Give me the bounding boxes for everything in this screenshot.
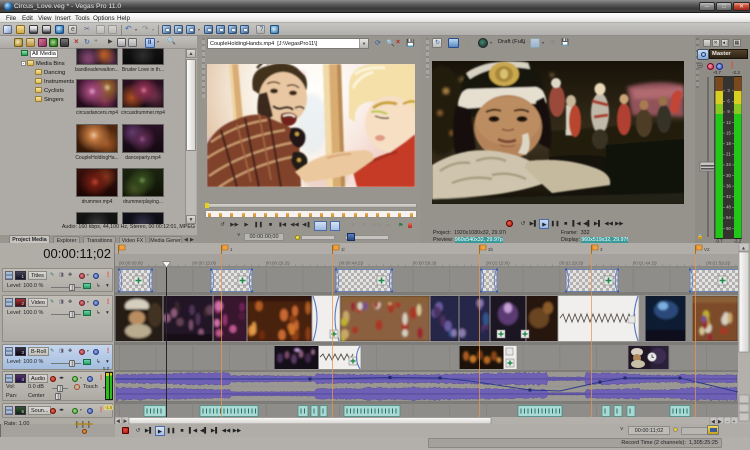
svg-text:18: 18 bbox=[726, 141, 731, 146]
svg-text:V2: V2 bbox=[704, 247, 710, 252]
svg-text:00:01:59;28: 00:01:59;28 bbox=[706, 261, 730, 266]
svg-text:54: 54 bbox=[726, 215, 731, 220]
svg-text:48: 48 bbox=[726, 205, 731, 210]
svg-text:1l: 1l bbox=[341, 247, 345, 252]
svg-text:00:01:15;00: 00:01:15;00 bbox=[486, 261, 510, 266]
svg-text:00:01:29;29: 00:01:29;29 bbox=[559, 261, 583, 266]
svg-text:30: 30 bbox=[726, 173, 731, 178]
svg-text:2b: 2b bbox=[488, 247, 494, 252]
svg-text:15: 15 bbox=[726, 130, 731, 135]
svg-text:12: 12 bbox=[726, 120, 731, 125]
svg-text:00:00:15;00: 00:00:15;00 bbox=[192, 261, 216, 266]
svg-text:42: 42 bbox=[726, 194, 731, 199]
svg-text:60: 60 bbox=[726, 226, 731, 231]
svg-text:00:00:59;28: 00:00:59;28 bbox=[413, 261, 437, 266]
svg-text:24: 24 bbox=[726, 162, 731, 167]
svg-text:36: 36 bbox=[726, 183, 731, 188]
svg-text:00:01:44;29: 00:01:44;29 bbox=[633, 261, 657, 266]
svg-text:🔒: 🔒 bbox=[697, 233, 703, 240]
svg-text:▲: ▲ bbox=[741, 246, 746, 252]
svg-text:00:00:44;29: 00:00:44;29 bbox=[339, 261, 363, 266]
svg-text:00:00:00;00: 00:00:00;00 bbox=[119, 261, 143, 266]
svg-text:00:00:29;29: 00:00:29;29 bbox=[266, 261, 290, 266]
svg-text:21: 21 bbox=[726, 152, 731, 157]
